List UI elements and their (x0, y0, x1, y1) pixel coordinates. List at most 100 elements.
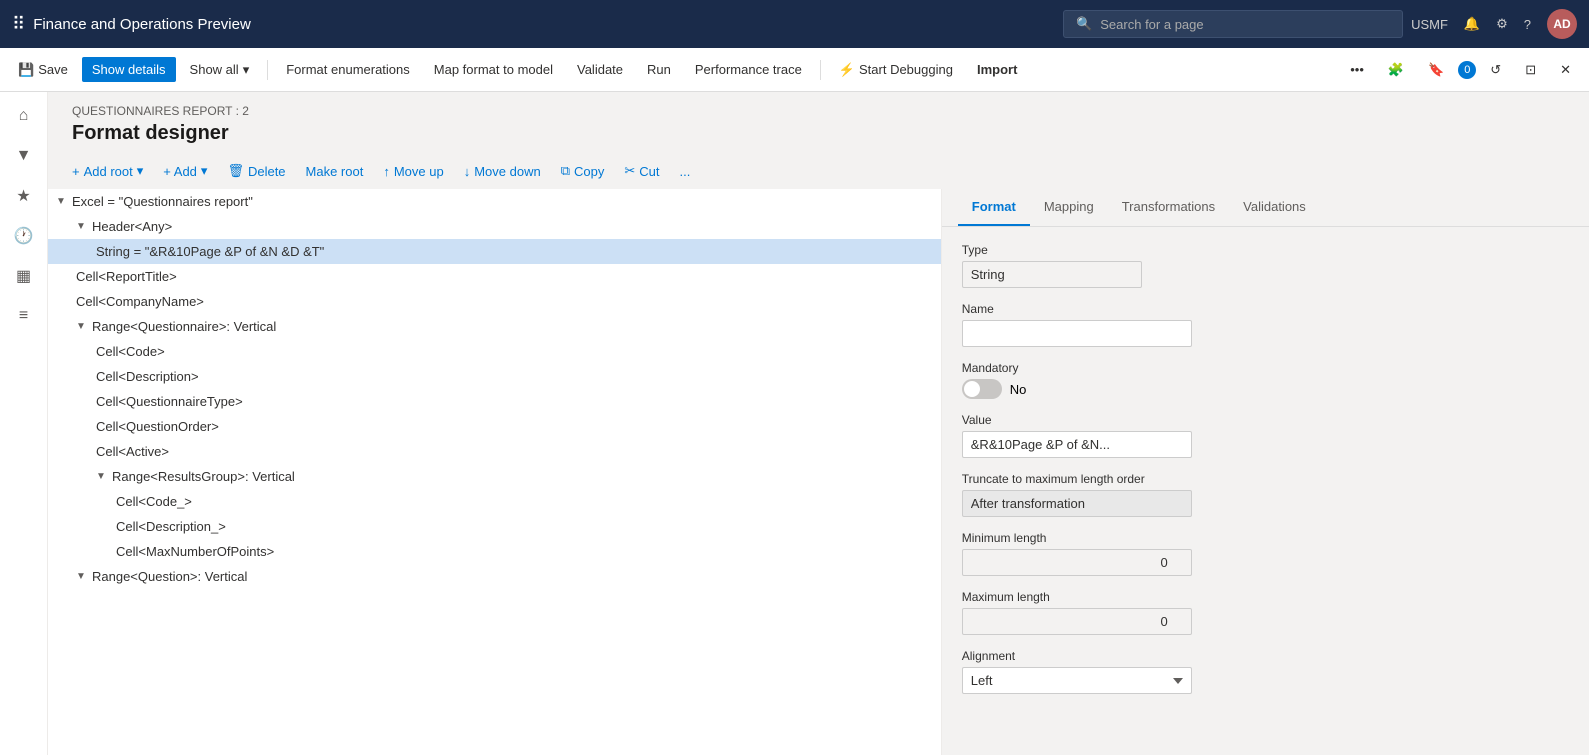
tree-item[interactable]: ▼ Range<Question>: Vertical (48, 564, 941, 589)
sidebar-filter-icon[interactable]: ▼ (8, 140, 40, 172)
map-format-to-model-button[interactable]: Map format to model (424, 57, 563, 82)
value-input[interactable] (962, 431, 1192, 458)
gear-icon[interactable]: ⚙ (1496, 16, 1508, 32)
alignment-field: Alignment Left Right Center (962, 649, 1569, 694)
copy-button[interactable]: ⧉ Copy (553, 159, 613, 183)
mandatory-toggle-row: No (962, 379, 1569, 399)
tree-item[interactable]: Cell<CompanyName> (48, 289, 941, 314)
sidebar-list-icon[interactable]: ≡ (8, 300, 40, 332)
sidebar-home-icon[interactable]: ⌂ (8, 100, 40, 132)
collapse-icon[interactable]: ▼ (76, 321, 88, 332)
search-bar[interactable]: 🔍 (1063, 10, 1403, 38)
tab-mapping[interactable]: Mapping (1030, 189, 1108, 226)
avatar[interactable]: AD (1547, 9, 1577, 39)
name-label: Name (962, 302, 1569, 316)
tree-item-label: Cell<Code_> (116, 494, 192, 509)
chevron-down-icon-3: ▾ (201, 163, 208, 179)
truncate-label: Truncate to maximum length order (962, 472, 1569, 486)
search-icon: 🔍 (1076, 16, 1092, 32)
bookmark-icon-button[interactable]: 🔖 (1418, 57, 1454, 83)
tree-item[interactable]: Cell<Code> (48, 339, 941, 364)
right-tabs: Format Mapping Transformations Validatio… (942, 189, 1589, 227)
tree-item-label: String = "&R&10Page &P of &N &D &T" (96, 244, 324, 259)
chevron-down-icon-2: ▾ (137, 163, 144, 179)
more-actions-button[interactable]: ••• (1340, 57, 1374, 82)
form-body: Type Name Mandatory No (942, 227, 1589, 755)
tree-item[interactable]: ▼ Range<ResultsGroup>: Vertical (48, 464, 941, 489)
name-input[interactable] (962, 320, 1192, 347)
make-root-button[interactable]: Make root (298, 160, 372, 183)
performance-trace-button[interactable]: Performance trace (685, 57, 812, 82)
tree-item[interactable]: Cell<ReportTitle> (48, 264, 941, 289)
mandatory-toggle[interactable] (962, 379, 1002, 399)
delete-button[interactable]: 🗑 Delete (219, 159, 293, 183)
more-toolbar-button[interactable]: ... (672, 160, 699, 183)
badge: 0 (1458, 61, 1476, 79)
save-icon: 💾 (18, 62, 34, 78)
right-panel: Format Mapping Transformations Validatio… (942, 189, 1589, 755)
mandatory-label: Mandatory (962, 361, 1569, 375)
format-enumerations-button[interactable]: Format enumerations (276, 57, 420, 82)
tree-item-label: Cell<Description> (96, 369, 199, 384)
collapse-icon[interactable]: ▼ (76, 221, 88, 232)
tree-item[interactable]: Cell<Description_> (48, 514, 941, 539)
puzzle-icon-button[interactable]: 🧩 (1378, 57, 1414, 83)
sidebar-star-icon[interactable]: ★ (8, 180, 40, 212)
search-input[interactable] (1100, 17, 1390, 32)
tree-item[interactable]: Cell<QuestionOrder> (48, 414, 941, 439)
open-new-icon-button[interactable]: ⊡ (1515, 57, 1546, 83)
add-button[interactable]: + Add ▾ (155, 159, 215, 183)
tree-item-label: Cell<Description_> (116, 519, 226, 534)
copy-icon: ⧉ (561, 163, 570, 179)
tree-item-label: Range<Question>: Vertical (92, 569, 247, 584)
max-length-input[interactable] (962, 608, 1192, 635)
tree-item[interactable]: ▼ Excel = "Questionnaires report" (48, 189, 941, 214)
tree-item[interactable]: Cell<Active> (48, 439, 941, 464)
collapse-icon[interactable]: ▼ (76, 571, 88, 582)
sidebar-clock-icon[interactable]: 🕐 (8, 220, 40, 252)
tab-validations[interactable]: Validations (1229, 189, 1320, 226)
close-button[interactable]: ✕ (1550, 57, 1581, 83)
help-icon[interactable]: ? (1524, 17, 1531, 32)
tree-item[interactable]: ▼ Range<Questionnaire>: Vertical (48, 314, 941, 339)
tree-item[interactable]: Cell<Code_> (48, 489, 941, 514)
alignment-select[interactable]: Left Right Center (962, 667, 1192, 694)
tree-item[interactable]: Cell<Description> (48, 364, 941, 389)
validate-button[interactable]: Validate (567, 57, 633, 82)
type-input[interactable] (962, 261, 1142, 288)
value-label: Value (962, 413, 1569, 427)
bell-icon[interactable]: 🔔 (1464, 16, 1480, 32)
start-debugging-button[interactable]: ⚡ Start Debugging (829, 57, 963, 83)
show-details-button[interactable]: Show details (82, 57, 176, 82)
cut-button[interactable]: ✂ Cut (616, 159, 667, 183)
show-all-button[interactable]: Show all ▾ (180, 57, 260, 83)
refresh-icon-button[interactable]: ↺ (1480, 57, 1511, 83)
min-length-input[interactable] (962, 549, 1192, 576)
top-nav: ⠿ Finance and Operations Preview 🔍 USMF … (0, 0, 1589, 48)
separator-2 (820, 60, 821, 80)
tree-item[interactable]: Cell<MaxNumberOfPoints> (48, 539, 941, 564)
sidebar-grid-icon[interactable]: ▦ (8, 260, 40, 292)
collapse-icon[interactable]: ▼ (56, 196, 68, 207)
tab-transformations[interactable]: Transformations (1108, 189, 1229, 226)
tree-item-label: Range<ResultsGroup>: Vertical (112, 469, 295, 484)
add-root-button[interactable]: + Add root ▾ (64, 159, 151, 183)
tree-item[interactable]: Cell<QuestionnaireType> (48, 389, 941, 414)
min-length-label: Minimum length (962, 531, 1569, 545)
save-button[interactable]: 💾 Save (8, 57, 78, 83)
tree-item-selected[interactable]: String = "&R&10Page &P of &N &D &T" (48, 239, 941, 264)
tree-panel: ▼ Excel = "Questionnaires report" ▼ Head… (48, 189, 942, 755)
tab-format[interactable]: Format (958, 189, 1030, 226)
separator-1 (267, 60, 268, 80)
collapse-icon[interactable]: ▼ (96, 471, 108, 482)
move-down-button[interactable]: ↓ Move down (456, 160, 549, 183)
run-button[interactable]: Run (637, 57, 681, 82)
app-title: Finance and Operations Preview (33, 16, 1055, 33)
max-length-field: Maximum length (962, 590, 1569, 635)
import-button[interactable]: Import (967, 57, 1027, 82)
tree-item[interactable]: ▼ Header<Any> (48, 214, 941, 239)
arrow-down-icon: ↓ (464, 164, 471, 179)
move-up-button[interactable]: ↑ Move up (375, 160, 451, 183)
tree-item-label: Cell<Code> (96, 344, 165, 359)
grid-icon[interactable]: ⠿ (12, 14, 25, 35)
